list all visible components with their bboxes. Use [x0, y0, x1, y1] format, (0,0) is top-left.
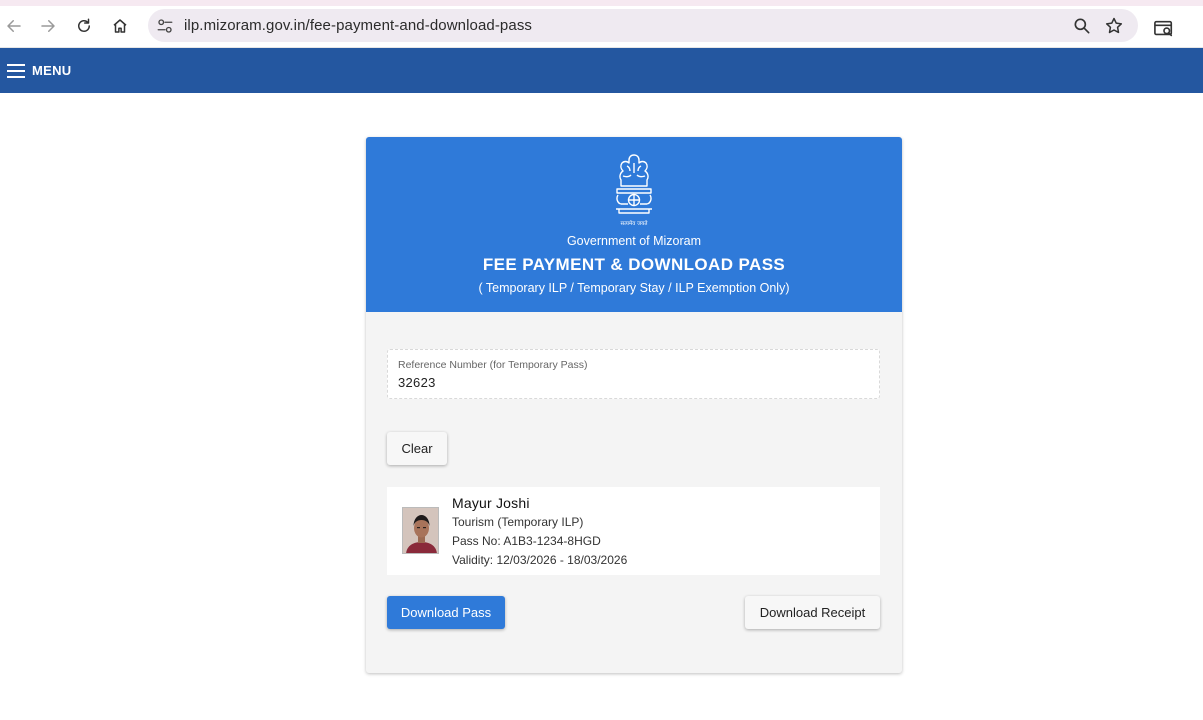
forward-icon[interactable] — [34, 12, 62, 40]
page-subtitle: ( Temporary ILP / Temporary Stay / ILP E… — [478, 281, 790, 295]
download-receipt-button[interactable]: Download Receipt — [745, 596, 880, 629]
reference-number-field[interactable]: Reference Number (for Temporary Pass) — [387, 349, 880, 399]
pass-details-card: Mayur Joshi Tourism (Temporary ILP) Pass… — [387, 487, 880, 575]
government-name: Government of Mizoram — [566, 234, 702, 248]
pass-validity: Validity: 12/03/2026 - 18/03/2026 — [452, 553, 628, 567]
state-emblem-icon: सत्यमेव जयते — [616, 154, 652, 227]
back-icon[interactable] — [0, 12, 28, 40]
fee-payment-card: सत्यमेव जयते Government of Mizoram FEE P… — [366, 137, 902, 673]
site-info-icon[interactable] — [156, 17, 174, 35]
address-bar[interactable]: ilp.mizoram.gov.in/fee-payment-and-downl… — [148, 9, 1138, 42]
browser-toolbar: ilp.mizoram.gov.in/fee-payment-and-downl… — [0, 6, 1203, 48]
reload-icon[interactable] — [70, 12, 98, 40]
emblem-motto: सत्यमेव जयते — [620, 220, 648, 227]
reference-number-input[interactable] — [398, 375, 858, 390]
holder-photo — [402, 507, 439, 554]
pass-type: Tourism (Temporary ILP) — [452, 515, 584, 529]
pass-number: Pass No: A1B3-1234-8HGD — [452, 534, 601, 548]
hamburger-icon[interactable] — [7, 63, 25, 78]
clear-button[interactable]: Clear — [387, 432, 447, 465]
menu-button[interactable]: MENU — [32, 63, 71, 78]
page-title: FEE PAYMENT & DOWNLOAD PASS — [482, 255, 786, 274]
url-text[interactable]: ilp.mizoram.gov.in/fee-payment-and-downl… — [184, 17, 532, 34]
download-pass-button[interactable]: Download Pass — [387, 596, 505, 629]
reference-number-label: Reference Number (for Temporary Pass) — [398, 359, 588, 371]
zoom-icon[interactable] — [1072, 16, 1092, 36]
bookmark-star-icon[interactable] — [1104, 16, 1124, 36]
card-header: सत्यमेव जयते Government of Mizoram FEE P… — [366, 137, 902, 312]
search-tabs-icon[interactable] — [1153, 19, 1175, 39]
home-icon[interactable] — [106, 12, 134, 40]
holder-name: Mayur Joshi — [452, 495, 530, 511]
app-menu-bar: MENU — [0, 48, 1203, 93]
